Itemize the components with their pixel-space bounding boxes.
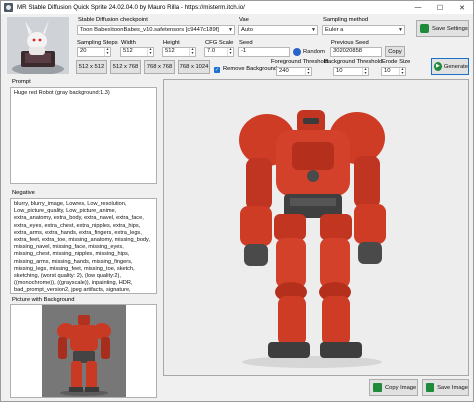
sampling-value: Euler a bbox=[325, 27, 344, 33]
save-image-label: Save Image bbox=[437, 384, 468, 391]
robot-image bbox=[164, 80, 468, 375]
width-value: 512 bbox=[123, 48, 133, 54]
preset-512x512-button[interactable]: 512 x 512 bbox=[76, 60, 107, 74]
chevron-down-icon: ▼ bbox=[228, 27, 233, 33]
steps-input[interactable]: 20 ▲ ▼ bbox=[77, 47, 111, 57]
cfg-label: CFG Scale bbox=[205, 40, 234, 46]
width-input[interactable]: 512 ▲ ▼ bbox=[120, 47, 154, 57]
height-value: 512 bbox=[165, 48, 175, 54]
seed-input[interactable]: -1 bbox=[238, 47, 290, 57]
steps-value: 20 bbox=[80, 48, 87, 54]
foreground-threshold-input[interactable]: 240 ▲ ▼ bbox=[276, 67, 312, 76]
generated-image-preview bbox=[163, 79, 469, 376]
chevron-down-icon: ▼ bbox=[311, 27, 316, 33]
background-threshold-value: 10 bbox=[336, 68, 343, 74]
spinner-arrows-icon[interactable]: ▲ ▼ bbox=[189, 48, 195, 56]
preset-768x1024-button[interactable]: 768 x 1024 bbox=[178, 60, 210, 74]
width-label: Width bbox=[121, 40, 136, 46]
save-icon bbox=[426, 383, 435, 392]
app-window: MR Stable Diffusion Quick Sprite 24.02.0… bbox=[0, 0, 474, 402]
preset-label: 768 x 1024 bbox=[179, 64, 209, 70]
random-label: Random bbox=[303, 48, 325, 55]
save-image-button[interactable]: Save Image bbox=[422, 379, 469, 396]
play-icon: ▶ bbox=[434, 62, 442, 71]
foreground-threshold-value: 240 bbox=[279, 68, 289, 74]
foreground-threshold-label: Foreground Threshold bbox=[271, 59, 329, 65]
save-icon bbox=[420, 24, 429, 33]
spinner-arrows-icon[interactable]: ▲ ▼ bbox=[399, 68, 405, 75]
window-title: MR Stable Diffusion Quick Sprite 24.02.0… bbox=[17, 4, 245, 11]
save-settings-button[interactable]: Save Settings bbox=[416, 20, 469, 37]
previous-seed-value: 302020858 bbox=[333, 48, 363, 54]
app-icon bbox=[4, 3, 13, 12]
previous-seed-label: Previous Seed bbox=[331, 40, 369, 46]
remove-background-label: Remove Background bbox=[223, 66, 278, 72]
chevron-down-icon: ▼ bbox=[398, 27, 403, 33]
copy-image-button[interactable]: Copy Image bbox=[369, 379, 418, 396]
spinner-arrows-icon[interactable]: ▲ ▼ bbox=[227, 48, 233, 56]
copy-label: Copy bbox=[388, 48, 402, 55]
window-controls: — ☐ ✕ bbox=[407, 1, 473, 14]
copy-seed-button[interactable]: Copy bbox=[385, 46, 405, 57]
cfg-value: 7.0 bbox=[207, 48, 216, 54]
prompt-textarea[interactable]: Huge red Robot (gray background:1.3) bbox=[10, 87, 157, 184]
small-robot-image bbox=[42, 305, 126, 397]
generate-button[interactable]: ▶ Generate bbox=[431, 58, 469, 75]
preset-label: 512 x 512 bbox=[78, 64, 105, 70]
cfg-input[interactable]: 7.0 ▲ ▼ bbox=[204, 47, 234, 57]
close-button[interactable]: ✕ bbox=[451, 1, 473, 14]
copy-icon bbox=[373, 383, 382, 392]
negative-text: blurry, blurry_image, Lowres, Low_resolu… bbox=[14, 201, 150, 294]
picture-with-background-label: Picture with Background bbox=[12, 297, 75, 303]
spinner-arrows-icon[interactable]: ▲ ▼ bbox=[104, 48, 110, 56]
preset-512x768-button[interactable]: 512 x 768 bbox=[110, 60, 141, 74]
remove-background-checkbox[interactable]: ✓ bbox=[214, 67, 220, 73]
checkpoint-value: Toon Babes\toonBabes_v10.safetensors [c9… bbox=[80, 27, 219, 33]
negative-prompt-textarea[interactable]: blurry, blurry_image, Lowres, Low_resolu… bbox=[10, 198, 157, 294]
seed-label: Seed bbox=[239, 40, 253, 46]
copy-image-label: Copy Image bbox=[385, 384, 417, 391]
erode-size-value: 10 bbox=[384, 68, 391, 74]
height-label: Height bbox=[163, 40, 180, 46]
preset-label: 768 x 768 bbox=[146, 64, 173, 70]
checkpoint-thumbnail bbox=[7, 17, 69, 74]
prompt-label: Prompt bbox=[12, 79, 31, 85]
checkpoint-select[interactable]: Toon Babes\toonBabes_v10.safetensors [c9… bbox=[77, 25, 235, 35]
background-image bbox=[42, 305, 126, 397]
minimize-button[interactable]: — bbox=[407, 1, 429, 14]
sampling-label: Sampling method bbox=[323, 17, 369, 23]
picture-with-background-preview bbox=[10, 304, 157, 398]
dice-icon bbox=[293, 47, 301, 56]
preset-768x768-button[interactable]: 768 x 768 bbox=[144, 60, 175, 74]
seed-value: -1 bbox=[241, 48, 247, 54]
steps-label: Sampling Steps bbox=[77, 40, 118, 46]
height-input[interactable]: 512 ▲ ▼ bbox=[162, 47, 196, 57]
background-threshold-label: Background Threshold bbox=[324, 59, 383, 65]
save-settings-label: Save Settings bbox=[432, 25, 468, 32]
vae-select[interactable]: Auto ▼ bbox=[238, 25, 318, 35]
prompt-text: Huge red Robot (gray background:1.3) bbox=[14, 90, 110, 96]
background-threshold-input[interactable]: 10 ▲ ▼ bbox=[333, 67, 369, 76]
negative-label: Negative bbox=[12, 190, 35, 196]
generate-label: Generate bbox=[443, 63, 468, 70]
title-bar: MR Stable Diffusion Quick Sprite 24.02.0… bbox=[1, 1, 473, 14]
previous-seed-field[interactable]: 302020858 bbox=[330, 47, 382, 57]
erode-size-label: Erode Size bbox=[382, 59, 411, 65]
vae-label: Vae bbox=[239, 17, 249, 23]
maximize-button[interactable]: ☐ bbox=[429, 1, 451, 14]
vae-value: Auto bbox=[241, 27, 253, 33]
sampling-select[interactable]: Euler a ▼ bbox=[322, 25, 405, 35]
spinner-arrows-icon[interactable]: ▲ ▼ bbox=[362, 68, 368, 75]
preset-label: 512 x 768 bbox=[112, 64, 139, 70]
random-seed-button[interactable]: Random bbox=[293, 46, 327, 57]
spinner-arrows-icon[interactable]: ▲ ▼ bbox=[147, 48, 153, 56]
checkpoint-label: Stable Diffusion checkpoint bbox=[78, 17, 148, 23]
spinner-arrows-icon[interactable]: ▲ ▼ bbox=[305, 68, 311, 75]
erode-size-input[interactable]: 10 ▲ ▼ bbox=[381, 67, 406, 76]
